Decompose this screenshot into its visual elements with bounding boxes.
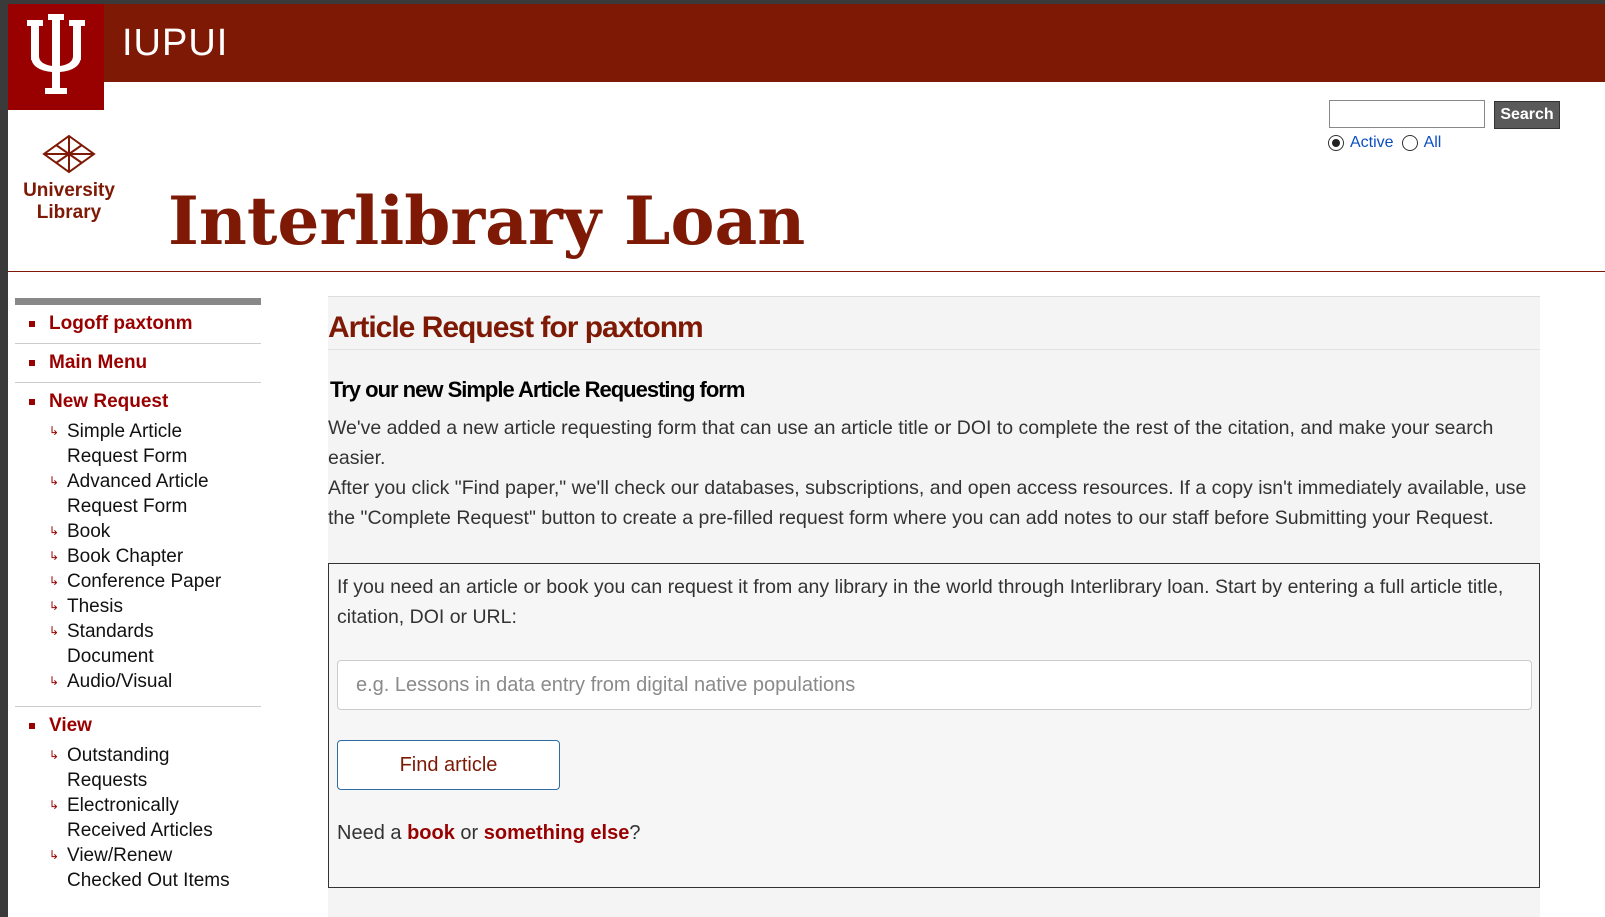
sidebar-item-audio-visual[interactable]: ↳ Audio/Visual: [15, 669, 261, 694]
find-article-button[interactable]: Find article: [337, 740, 560, 790]
bullet-icon: [29, 723, 35, 729]
scope-all-radio[interactable]: [1401, 135, 1418, 151]
search-button[interactable]: Search: [1494, 101, 1560, 129]
scope-active-label[interactable]: Active: [1350, 134, 1394, 152]
arrow-icon: ↳: [49, 798, 60, 812]
sidebar-item-book[interactable]: ↳ Book: [15, 519, 261, 544]
sidebar-item-checked-out[interactable]: ↳ View/Renew Checked Out Items: [15, 843, 261, 893]
arrow-icon: ↳: [49, 848, 60, 862]
sidebar-nav: Logoff paxtonm Main Menu New Request ↳ Si…: [15, 298, 261, 905]
library-logo-text: University Library: [23, 180, 115, 223]
alternate-request-line: Need a book or something else?: [337, 822, 640, 845]
main-content: Article Request for paxtonm Try our new …: [328, 296, 1540, 917]
sidebar-item-advanced-article[interactable]: ↳ Advanced Article Request Form: [15, 469, 261, 519]
sidebar-item-logoff[interactable]: Logoff paxtonm: [15, 305, 261, 344]
bullet-icon: [29, 399, 35, 405]
sidebar-item-main-menu[interactable]: Main Menu: [15, 344, 261, 383]
sidebar-item-conference-paper[interactable]: ↳ Conference Paper: [15, 569, 261, 594]
top-banner: IUPUI: [8, 4, 1605, 82]
sidebar-item-simple-article[interactable]: ↳ Simple Article Request Form: [15, 419, 261, 469]
bullet-icon: [29, 360, 35, 366]
promo-paragraph-2: After you click "Find paper," we'll chec…: [328, 477, 1527, 529]
book-link[interactable]: book: [407, 822, 455, 844]
trident-icon: [27, 14, 85, 94]
arrow-icon: ↳: [49, 674, 60, 688]
arrow-icon: ↳: [49, 624, 60, 638]
scope-active-radio[interactable]: [1328, 135, 1344, 151]
sidebar-section-new-request: New Request ↳ Simple Article Request Form…: [15, 383, 261, 707]
arrow-icon: ↳: [49, 599, 60, 613]
arrow-icon: ↳: [49, 524, 60, 538]
arrow-icon: ↳: [49, 549, 60, 563]
title-divider: [328, 349, 1540, 350]
alt-prefix: Need a: [337, 822, 408, 844]
alt-suffix: ?: [629, 822, 641, 844]
iu-trident-logo[interactable]: [8, 4, 104, 110]
arrow-icon: ↳: [49, 474, 60, 488]
promo-paragraph-1: We've added a new article requesting for…: [328, 417, 1494, 469]
sidebar-item-label[interactable]: Logoff paxtonm: [49, 313, 193, 335]
bullet-icon: [29, 321, 35, 327]
campus-name[interactable]: IUPUI: [122, 22, 228, 65]
sidebar-item-thesis[interactable]: ↳ Thesis: [15, 594, 261, 619]
something-else-link[interactable]: something else: [484, 822, 630, 844]
sidebar-item-new-request[interactable]: New Request: [49, 391, 168, 413]
sidebar-item-label[interactable]: Main Menu: [49, 352, 147, 374]
sidebar-item-outstanding-requests[interactable]: ↳ Outstanding Requests: [15, 743, 261, 793]
request-instructions: If you need an article or book you can r…: [337, 576, 1504, 628]
sidebar-item-book-chapter[interactable]: ↳ Book Chapter: [15, 544, 261, 569]
scope-all-label[interactable]: All: [1424, 134, 1442, 152]
sidebar-section-view: View ↳ Outstanding Requests ↳ Electronical…: [15, 707, 261, 905]
article-request-box: If you need an article or book you can r…: [328, 563, 1540, 888]
arrow-icon: ↳: [49, 748, 60, 762]
sidebar-item-view[interactable]: View: [49, 715, 92, 737]
promo-heading: Try our new Simple Article Requesting fo…: [330, 377, 745, 402]
browser-page: IUPUI University Library Interlibrary Lo…: [8, 4, 1605, 917]
search-scope: Active All: [1328, 134, 1447, 152]
library-diamond-icon: [42, 134, 96, 174]
article-search-input[interactable]: [337, 660, 1532, 710]
header-divider: [8, 271, 1605, 272]
article-request-title: Article Request for paxtonm: [328, 311, 704, 344]
page-title: Interlibrary Loan: [168, 182, 806, 260]
search-input[interactable]: [1329, 100, 1485, 128]
arrow-icon: ↳: [49, 574, 60, 588]
university-library-logo[interactable]: University Library: [14, 134, 124, 224]
sidebar-item-electronic-articles[interactable]: ↳ Electronically Received Articles: [15, 793, 261, 843]
alt-or: or: [454, 822, 484, 844]
arrow-icon: ↳: [49, 424, 60, 438]
sidebar-item-standards-document[interactable]: ↳ Standards Document: [15, 619, 261, 669]
